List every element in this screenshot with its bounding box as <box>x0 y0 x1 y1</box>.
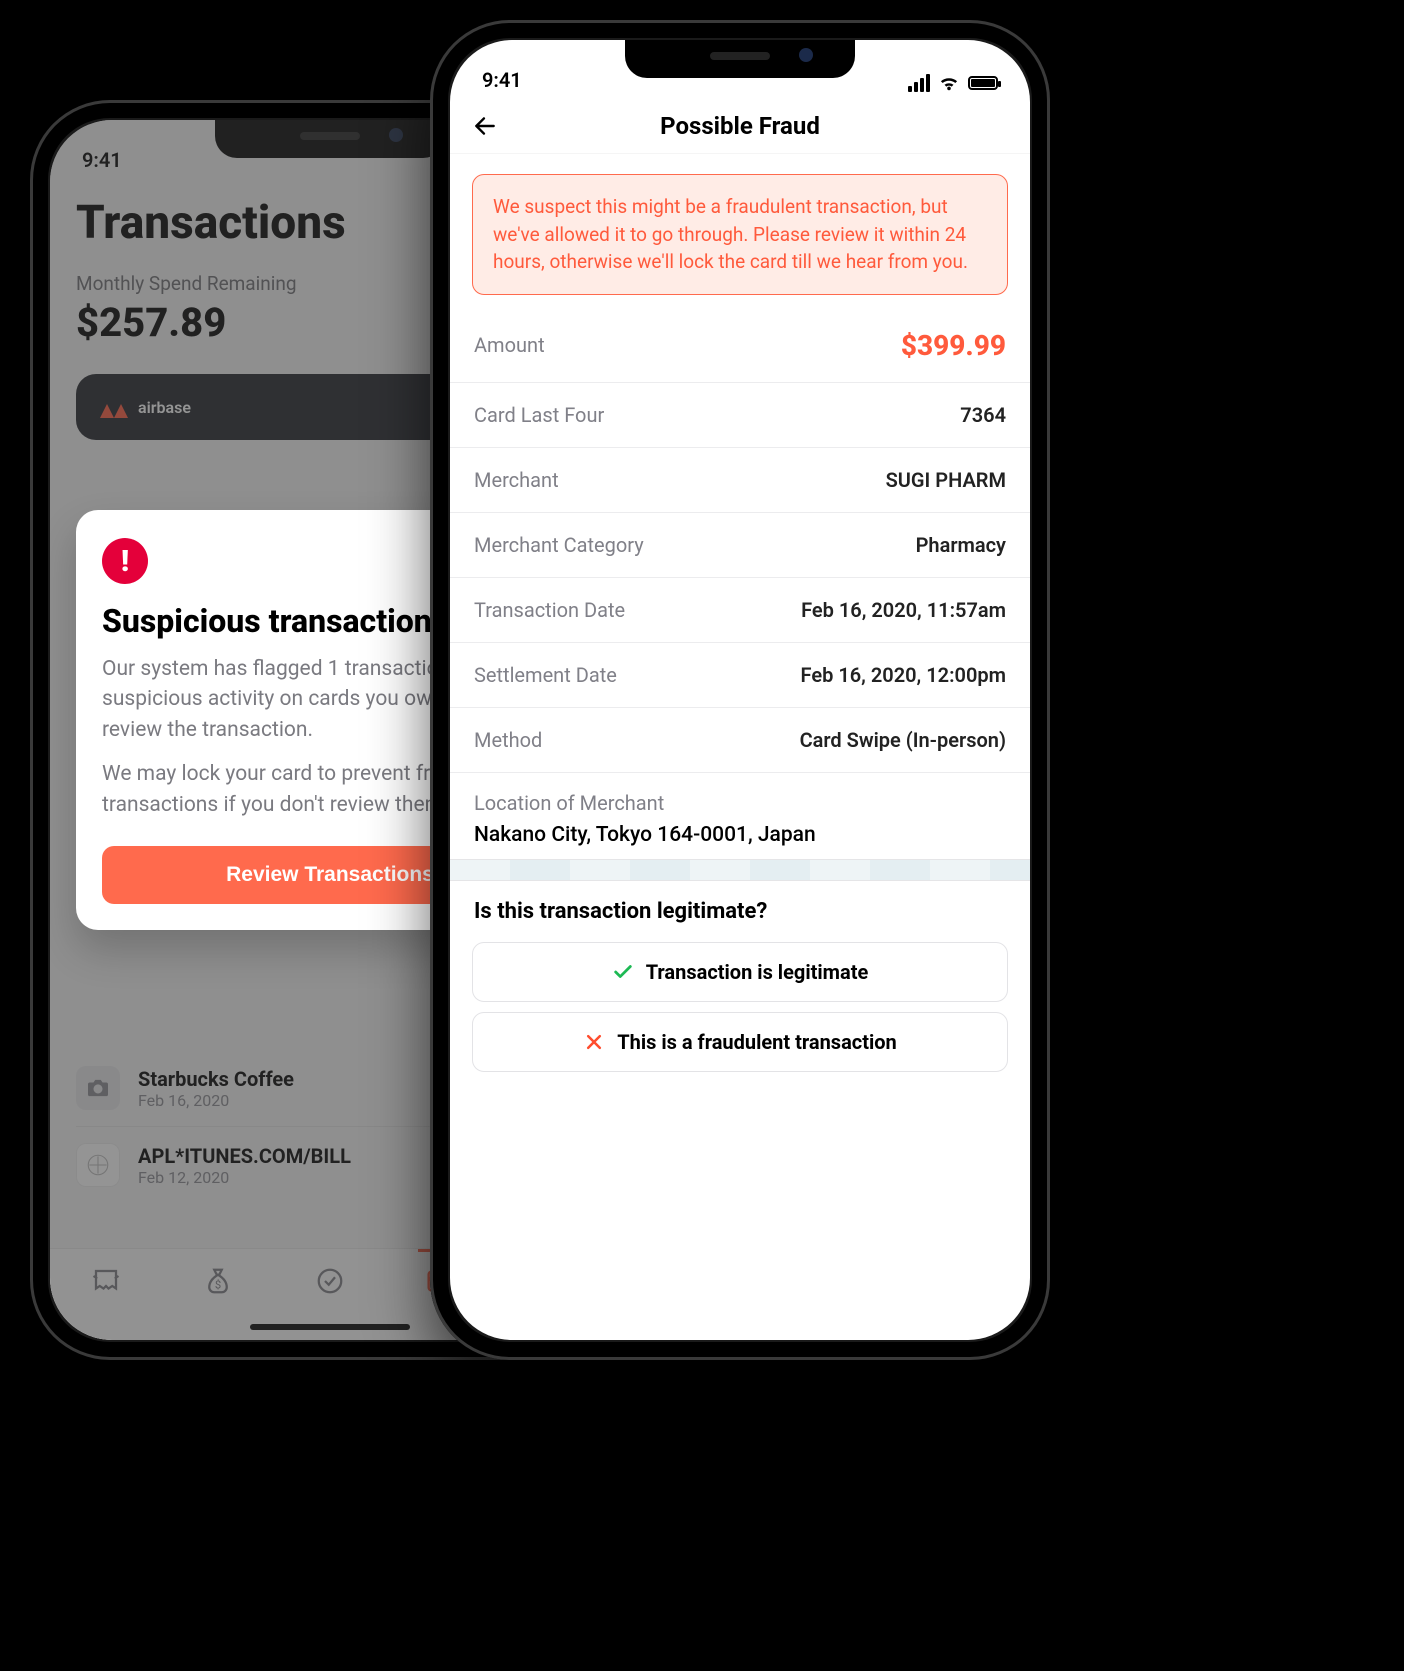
merchant-value: SUGI PHARM <box>886 468 1006 492</box>
card-brand-label: airbase <box>138 398 191 417</box>
row-card-last-four: Card Last Four 7364 <box>450 383 1030 448</box>
amount-label: Amount <box>474 333 545 357</box>
airbase-logo-icon <box>100 396 128 418</box>
cellular-icon <box>908 74 930 92</box>
txdate-label: Transaction Date <box>474 598 625 622</box>
check-icon <box>612 961 634 983</box>
camera-icon <box>76 1066 120 1110</box>
transaction-date: Feb 16, 2020 <box>138 1091 294 1110</box>
mcat-value: Pharmacy <box>916 533 1006 557</box>
transaction-date: Feb 12, 2020 <box>138 1168 351 1187</box>
row-transaction-date: Transaction Date Feb 16, 2020, 11:57am <box>450 578 1030 643</box>
status-time: 9:41 <box>82 148 122 172</box>
battery-icon <box>968 76 998 90</box>
merchant-name: Starbucks Coffee <box>138 1067 294 1091</box>
alert-icon: ! <box>102 538 148 584</box>
mark-fraudulent-label: This is a fraudulent transaction <box>617 1030 897 1054</box>
mark-fraudulent-button[interactable]: This is a fraudulent transaction <box>472 1012 1008 1072</box>
status-time: 9:41 <box>482 68 522 92</box>
merchant-label: Merchant <box>474 468 559 492</box>
mark-legitimate-label: Transaction is legitimate <box>646 960 869 984</box>
method-label: Method <box>474 728 542 752</box>
tab-receipts[interactable] <box>86 1263 126 1299</box>
row-method: Method Card Swipe (In-person) <box>450 708 1030 773</box>
x-icon <box>583 1031 605 1053</box>
row-merchant-category: Merchant Category Pharmacy <box>450 513 1030 578</box>
legitimacy-question: Is this transaction legitimate? <box>450 881 1030 932</box>
tab-money-bag[interactable]: $ <box>198 1263 238 1299</box>
wifi-icon <box>938 74 960 92</box>
location-label: Location of Merchant <box>474 791 1006 815</box>
amount-value: $399.99 <box>901 329 1006 362</box>
mark-legitimate-button[interactable]: Transaction is legitimate <box>472 942 1008 1002</box>
home-indicator <box>250 1324 410 1330</box>
merchant-icon <box>76 1143 120 1187</box>
fraud-alert-banner: We suspect this might be a fraudulent tr… <box>472 174 1008 295</box>
back-button[interactable] <box>468 109 502 143</box>
row-settlement-date: Settlement Date Feb 16, 2020, 12:00pm <box>450 643 1030 708</box>
location-value: Nakano City, Tokyo 164-0001, Japan <box>474 823 1006 847</box>
merchant-name: APL*ITUNES.COM/BILL <box>138 1144 351 1168</box>
map-preview[interactable] <box>450 859 1030 881</box>
row-amount: Amount $399.99 <box>450 309 1030 383</box>
method-value: Card Swipe (In-person) <box>800 728 1006 752</box>
svg-text:$: $ <box>215 1279 221 1292</box>
mcat-label: Merchant Category <box>474 533 644 557</box>
nav-title: Possible Fraud <box>660 112 820 140</box>
setdate-value: Feb 16, 2020, 12:00pm <box>801 663 1006 687</box>
setdate-label: Settlement Date <box>474 663 617 687</box>
transaction-detail-list: Amount $399.99 Card Last Four 7364 Merch… <box>450 309 1030 773</box>
row-merchant: Merchant SUGI PHARM <box>450 448 1030 513</box>
nav-bar: Possible Fraud <box>450 98 1030 154</box>
row-location: Location of Merchant Nakano City, Tokyo … <box>450 773 1030 859</box>
status-icons <box>908 74 998 92</box>
txdate-value: Feb 16, 2020, 11:57am <box>801 598 1006 622</box>
last4-label: Card Last Four <box>474 403 604 427</box>
last4-value: 7364 <box>960 403 1006 427</box>
tab-approvals[interactable] <box>310 1263 350 1299</box>
